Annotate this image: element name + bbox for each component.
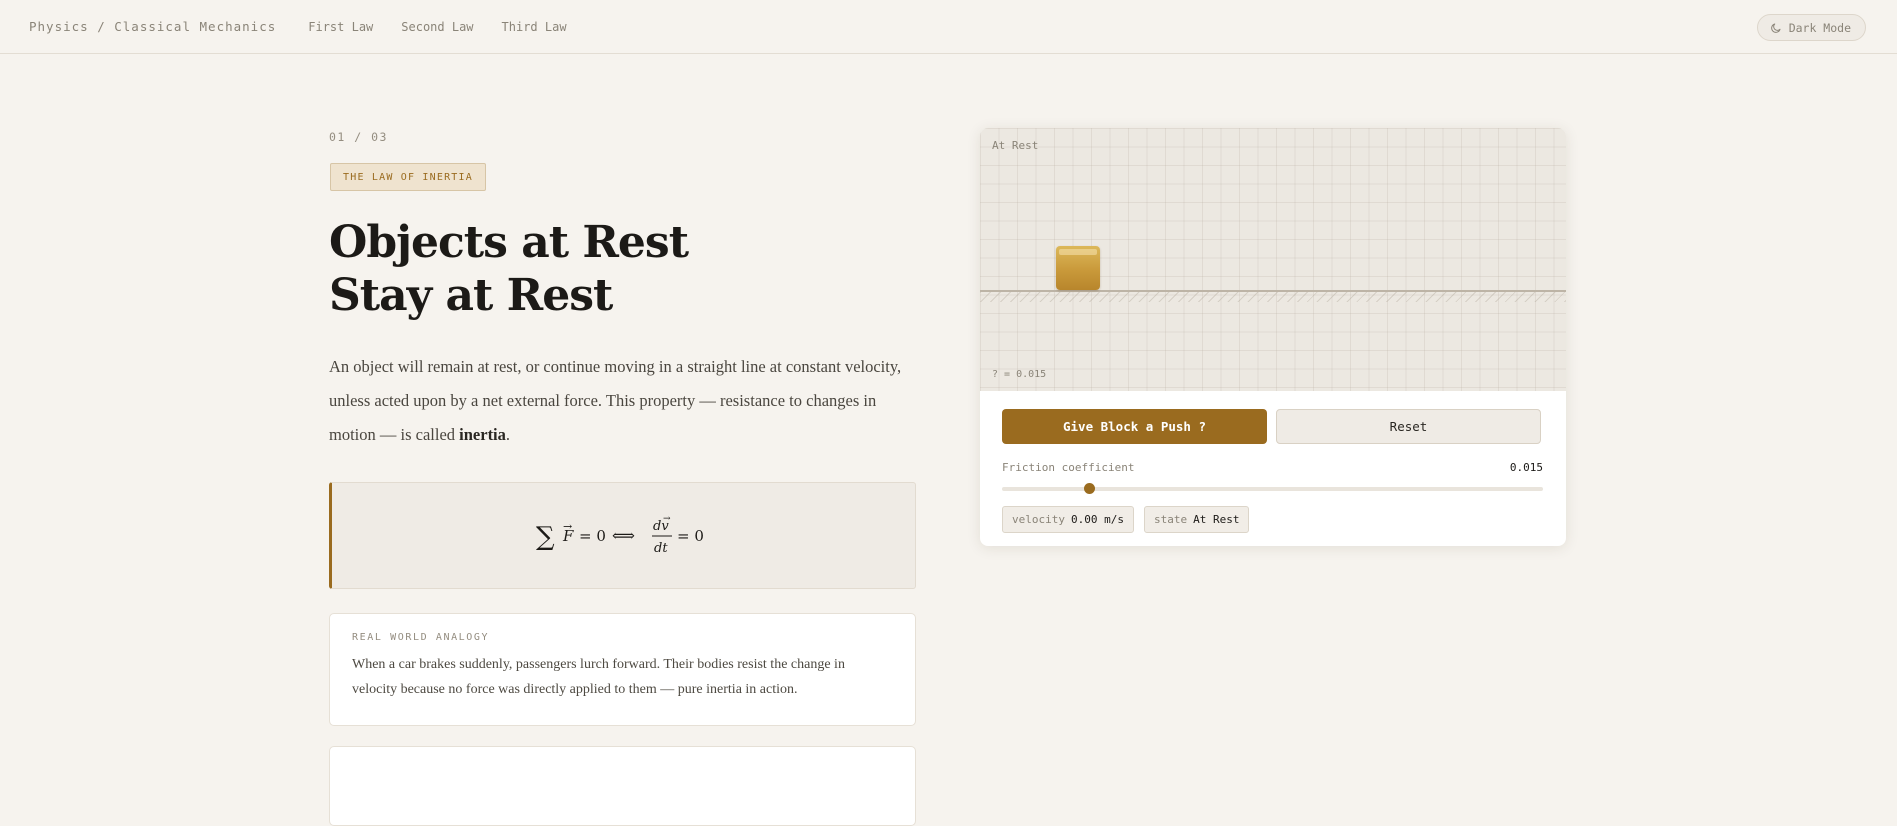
friction-readout: ? = 0.015 (992, 369, 1047, 380)
friction-slider[interactable] (1002, 483, 1543, 494)
topic-tag: THE LAW OF INERTIA (330, 163, 486, 191)
velocity-value: 0.00 m/s (1070, 513, 1124, 526)
friction-label: Friction coefficient (1002, 461, 1135, 474)
dark-mode-toggle[interactable]: Dark Mode (1756, 14, 1866, 41)
slider-thumb[interactable] (1083, 483, 1095, 494)
svg-text:dt: dt (654, 541, 668, 556)
top-nav: Physics / Classical Mechanics First Law … (0, 0, 1897, 54)
nav-link-second-law[interactable]: Second Law (401, 20, 473, 34)
step-counter: 01 / 03 (329, 130, 388, 144)
friction-value: 0.015 (1509, 461, 1543, 474)
intro-text: An object will remain at rest, or contin… (329, 357, 902, 444)
svg-text:→: → (563, 520, 572, 533)
simulation-card: At Rest ? = 0.015 Give Block a Push ? Re… (980, 128, 1566, 546)
intro-paragraph: An object will remain at rest, or contin… (329, 350, 916, 452)
title-line-1: Objects at Rest (329, 217, 689, 268)
title-line-2: Stay at Rest (329, 270, 613, 321)
state-key: state (1153, 513, 1188, 526)
svg-text:= 0: = 0 (579, 527, 606, 545)
state-readout: state At Rest (1143, 506, 1250, 533)
svg-text:→: → (663, 514, 671, 524)
formula: ∑ F → = 0 ⟺ dv → dt = 0 (536, 514, 704, 556)
svg-text:∑: ∑ (536, 522, 555, 552)
simulation-controls: Give Block a Push ? Reset Friction coeff… (980, 391, 1566, 533)
nav-link-first-law[interactable]: First Law (308, 20, 373, 34)
breadcrumb[interactable]: Physics / Classical Mechanics (29, 19, 276, 34)
next-card (329, 746, 916, 826)
moon-icon (1770, 22, 1782, 34)
push-button[interactable]: Give Block a Push ? (1002, 409, 1267, 444)
stage-state-label: At Rest (992, 139, 1039, 152)
reset-button[interactable]: Reset (1276, 409, 1541, 444)
block[interactable] (1056, 246, 1100, 290)
intro-emphasis: inertia (459, 425, 506, 444)
velocity-readout: velocity 0.00 m/s (1002, 506, 1134, 533)
ground-hatch (980, 292, 1566, 302)
velocity-key: velocity (1012, 513, 1065, 526)
page-title: Objects at Rest Stay at Rest (329, 216, 689, 322)
analogy-card: REAL WORLD ANALOGY When a car brakes sud… (329, 613, 916, 726)
analogy-label: REAL WORLD ANALOGY (352, 632, 490, 643)
readouts: velocity 0.00 m/s state At Rest (1002, 506, 1543, 533)
svg-text:= 0: = 0 (677, 527, 704, 545)
friction-row: Friction coefficient 0.015 (1002, 461, 1543, 474)
button-row: Give Block a Push ? Reset (1002, 409, 1543, 444)
formula-box: ∑ F → = 0 ⟺ dv → dt = 0 (329, 482, 916, 589)
svg-text:⟺: ⟺ (612, 526, 635, 545)
intro-end: . (505, 425, 511, 444)
analogy-text: When a car brakes suddenly, passengers l… (352, 657, 845, 697)
state-value: At Rest (1193, 513, 1240, 526)
nav-link-third-law[interactable]: Third Law (502, 20, 567, 34)
simulation-stage: At Rest ? = 0.015 (980, 128, 1566, 391)
dark-mode-label: Dark Mode (1788, 20, 1851, 35)
